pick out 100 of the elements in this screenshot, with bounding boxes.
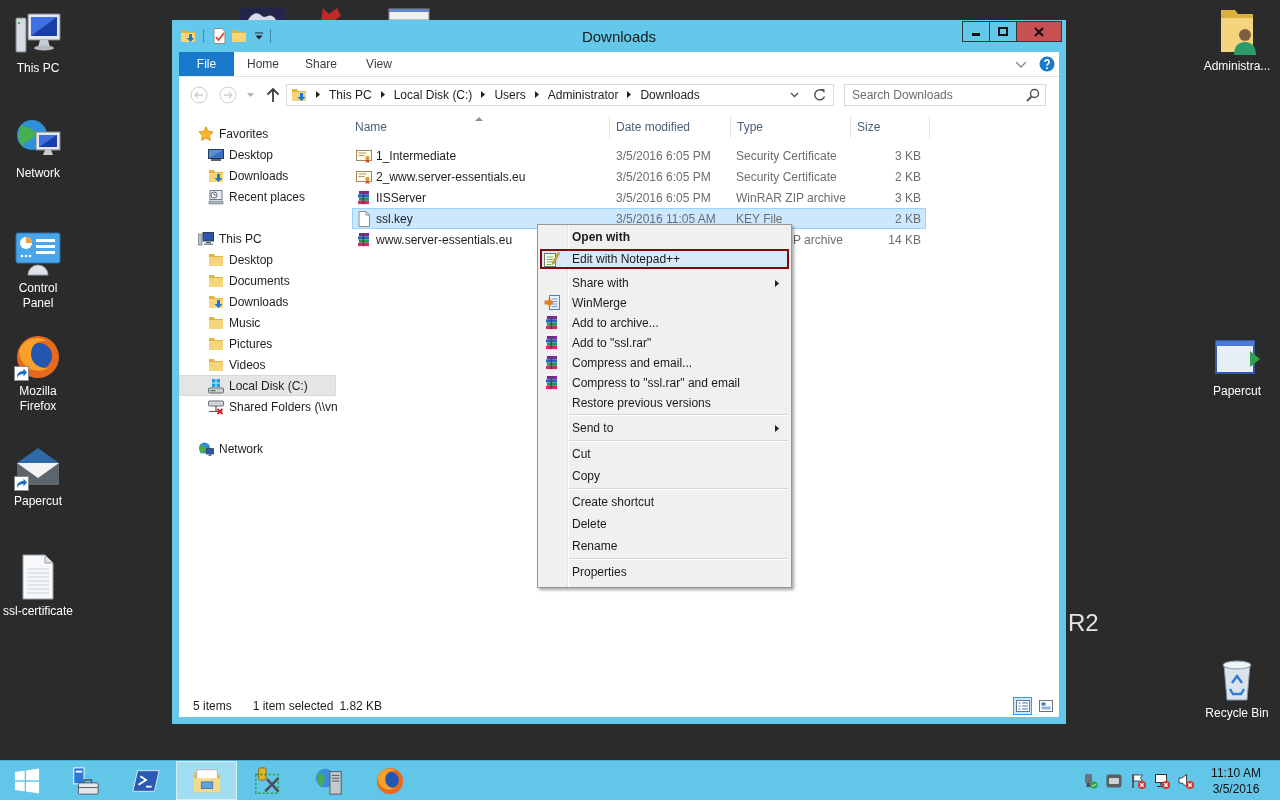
breadcrumb-arrow-icon[interactable] (534, 91, 539, 98)
desktop-shortcut[interactable]: Recycle Bin (1199, 655, 1275, 721)
menu-item[interactable]: Rename (540, 535, 789, 557)
desktop-shortcut[interactable]: Administra... (1199, 8, 1275, 74)
speaker-icon[interactable] (1178, 772, 1194, 789)
breadcrumb[interactable]: Administrator (547, 87, 619, 102)
desktop-shortcut[interactable]: Mozilla Firefox (0, 333, 76, 414)
caret-icon[interactable] (255, 32, 263, 40)
breadcrumb[interactable]: This PC (329, 87, 372, 102)
desktop-shortcut[interactable]: ssl-certificate (0, 553, 76, 619)
maximize-button[interactable] (989, 21, 1017, 42)
file-size: 2 KB (895, 169, 921, 184)
address-bar[interactable]: This PC Local Disk (C:) Users Administrator Downloads (286, 83, 834, 106)
rounded-square-icon[interactable] (1106, 772, 1122, 789)
breadcrumb[interactable]: Local Disk (C:) (393, 87, 473, 102)
menu-item[interactable]: Share with (540, 273, 789, 293)
nav-item[interactable]: Videos (179, 354, 336, 375)
menu-item[interactable]: Copy (540, 465, 789, 487)
archive-icon (356, 231, 372, 248)
help-icon[interactable] (1039, 56, 1055, 72)
nav-item[interactable]: Downloads (179, 165, 336, 186)
ribbon-tab[interactable]: View (350, 52, 408, 76)
file-name[interactable]: ssl.key (376, 211, 413, 226)
file-name[interactable]: IISServer (376, 190, 426, 205)
menu-item[interactable]: Restore previous versions (540, 393, 789, 413)
breadcrumb-arrow-icon[interactable] (481, 91, 486, 98)
nav-item[interactable]: Pictures (179, 333, 336, 354)
menu-item[interactable]: Properties (540, 561, 789, 583)
minimize-button[interactable] (962, 21, 990, 42)
column-header[interactable]: Name (349, 116, 610, 138)
dropdown-icon[interactable] (790, 91, 799, 98)
file-name[interactable]: 2_www.server-essentials.eu (376, 169, 526, 184)
nav-item[interactable]: Favorites (179, 123, 336, 144)
chevron-down-icon[interactable] (1015, 60, 1027, 68)
breadcrumb[interactable]: Downloads (640, 87, 700, 102)
taskbar-button[interactable] (176, 761, 237, 800)
nav-item[interactable]: Recent places (179, 186, 336, 207)
archive-icon (544, 355, 560, 371)
nav-item[interactable]: Network (179, 438, 336, 459)
close-button[interactable] (1016, 21, 1062, 42)
desktop-icon[interactable] (240, 8, 285, 20)
column-header[interactable]: Type (731, 116, 851, 138)
menu-item[interactable]: Send to (540, 417, 789, 439)
breadcrumb-arrow-icon[interactable] (380, 91, 385, 98)
desktop-shortcut[interactable]: This PC (0, 10, 76, 76)
network-monitor-icon[interactable] (1154, 772, 1170, 789)
nav-item[interactable]: Documents (179, 270, 336, 291)
refresh-icon[interactable] (813, 87, 827, 102)
column-header[interactable]: Size (851, 116, 930, 138)
view-button[interactable] (1013, 697, 1032, 715)
nav-item[interactable]: Music (179, 312, 336, 333)
nav-item[interactable]: Desktop (179, 144, 336, 165)
menu-item[interactable]: Edit with Notepad++ (540, 249, 789, 269)
flag-icon[interactable] (1130, 772, 1146, 789)
menu-item[interactable]: Compress and email... (540, 353, 789, 373)
breadcrumb-arrow-icon[interactable] (627, 91, 632, 98)
file-size: 3 KB (895, 148, 921, 163)
desktop-shortcut[interactable]: Papercut (0, 443, 76, 509)
nav-item[interactable]: Local Disk (C:) (179, 375, 336, 396)
drive-icon (208, 377, 224, 394)
file-type: KEY File (735, 211, 784, 226)
search-field[interactable]: Search Downloads (844, 83, 1046, 106)
search-icon[interactable] (1026, 87, 1040, 102)
menu-item[interactable]: Create shortcut (540, 491, 789, 513)
ribbon-tab[interactable]: Home (234, 52, 292, 76)
certificate-icon (356, 147, 372, 164)
desktop-shortcut[interactable]: Network (0, 115, 76, 181)
nav-item[interactable]: This PC (179, 228, 336, 249)
file-name[interactable]: www.server-essentials.eu (376, 232, 513, 247)
clock-date[interactable]: 3/5/2016 (1212, 780, 1260, 797)
up-arrow-icon[interactable] (266, 86, 280, 103)
column-header[interactable]: Date modified (610, 116, 731, 138)
sort-arrow-icon (475, 117, 483, 121)
menu-item[interactable]: Open with (540, 227, 789, 247)
file-name[interactable]: 1_Intermediate (376, 148, 457, 163)
submenu-arrow-icon (775, 424, 779, 432)
desktop-icon[interactable] (388, 8, 430, 20)
usb-drive-icon[interactable] (1082, 772, 1098, 789)
menu-item[interactable]: WinMerge (540, 293, 789, 313)
menu-item[interactable]: Add to archive... (540, 313, 789, 333)
menu-item[interactable]: Add to "ssl.rar" (540, 333, 789, 353)
menu-item[interactable]: Compress to "ssl.rar" and email (540, 373, 789, 393)
desktop-shortcut[interactable]: Papercut (1199, 333, 1275, 399)
archive-icon (544, 375, 560, 391)
breadcrumb-arrow-icon[interactable] (316, 91, 320, 98)
document-check-icon[interactable] (211, 28, 227, 44)
ribbon-tab[interactable]: Share (292, 52, 350, 76)
ribbon-tab[interactable]: File (179, 52, 234, 76)
download-folder-icon[interactable] (180, 28, 196, 44)
menu-item[interactable]: Cut (540, 443, 789, 465)
nav-item[interactable]: Downloads (179, 291, 336, 312)
view-button[interactable] (1036, 697, 1055, 715)
nav-item[interactable]: Desktop (179, 249, 336, 270)
nav-item[interactable]: Shared Folders (\\vn (179, 396, 336, 417)
breadcrumb[interactable]: Users (494, 87, 526, 102)
download-folder-icon (208, 293, 224, 310)
file-type: Security Certificate (735, 148, 838, 163)
desktop-shortcut[interactable]: Control Panel (0, 230, 76, 311)
menu-item[interactable]: Delete (540, 513, 789, 535)
clock-time[interactable]: 11:10 AM (1211, 764, 1261, 781)
